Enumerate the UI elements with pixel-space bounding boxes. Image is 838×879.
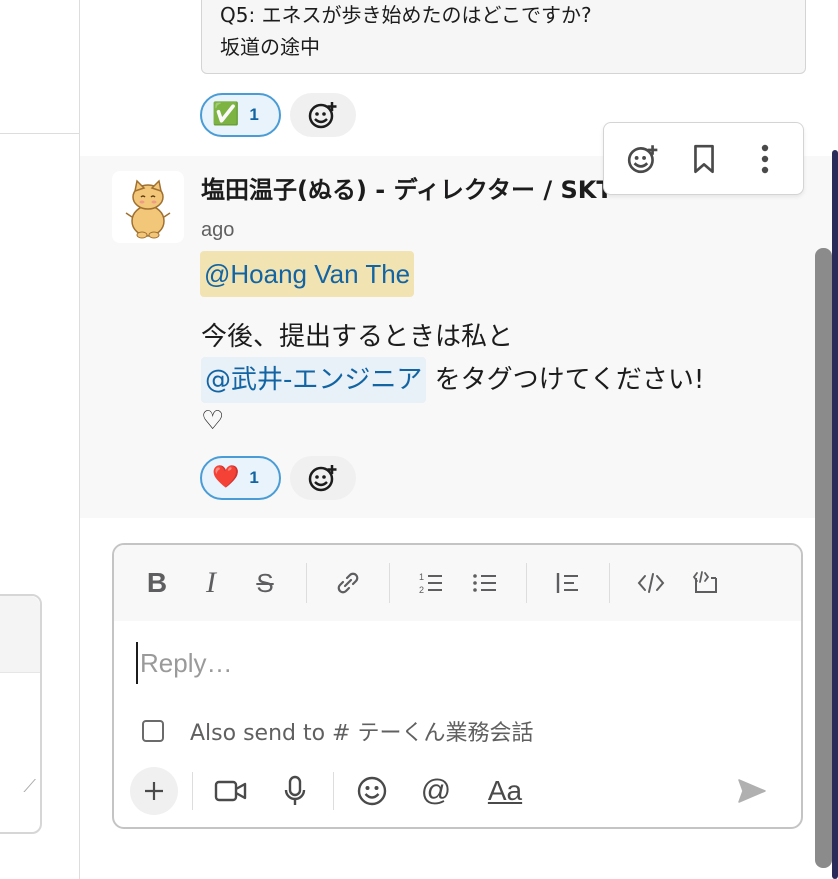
bold-icon: B [146,567,168,598]
audio-button[interactable] [271,767,319,815]
left-card[interactable]: ⟋ [0,594,42,834]
more-actions[interactable] [741,135,789,183]
heart-emoji: ❤️ [212,465,240,490]
code-block-icon [692,571,717,593]
svg-text:2: 2 [419,585,424,595]
divider [0,133,79,134]
heart-text: ♡ [201,406,225,436]
microphone-icon [284,775,306,805]
avatar[interactable] [112,171,184,243]
toolbar-divider [526,563,527,603]
mention-button[interactable]: @ [412,767,460,815]
add-reaction-action[interactable] [619,135,667,183]
scrollbar-thumb[interactable] [815,248,832,868]
code-button[interactable] [624,560,678,606]
also-send-option[interactable]: Also send to # テーくん業務会話 [142,715,533,747]
body-line-2: @武井-エンジニア をタグつけてください! [201,357,704,403]
toolbar-divider [333,772,334,810]
svg-text:1: 1 [419,572,424,582]
toolbar-divider [389,563,390,603]
checkmark-emoji: ✅ [212,102,240,127]
message-timestamp[interactable]: ago [201,219,234,242]
question-line: Q5: エネスが歩き始めたのはどこですか? [220,3,592,27]
left-card-header [0,596,40,673]
more-actions-icon [761,144,768,173]
answer-line: 坂道の途中 [220,35,320,59]
bulleted-list-icon [473,574,496,592]
composer-toolbar: @ Aa [130,767,790,815]
add-reaction-button[interactable] [290,456,356,500]
reaction-count: 1 [249,468,259,487]
plus-icon [145,782,163,800]
italic-button[interactable]: I [184,560,238,606]
code-icon [637,573,665,593]
numbered-list-button[interactable]: 12 [404,560,458,606]
send-button[interactable] [728,767,776,815]
link-button[interactable] [321,560,375,606]
attach-button[interactable] [130,767,178,815]
body-line-1: 今後、提出するときは私と [201,322,514,352]
strikethrough-icon: S [256,567,274,598]
cat-avatar-icon [125,179,171,239]
thread-pane: Q5: エネスが歩き始めたのはどこですか? 坂道の途中 ✅ 1 塩田温子(ぬる)… [80,0,838,879]
reaction-checkmark[interactable]: ✅ 1 [200,93,281,137]
emoji-icon [357,776,387,806]
numbered-list-icon: 12 [419,572,442,595]
mention-takei[interactable]: @武井-エンジニア [201,357,427,403]
reaction-count: 1 [249,105,259,124]
message-actions-bar [603,122,804,195]
video-camera-icon [214,780,247,802]
toolbar-divider [192,772,193,810]
blockquote-icon [556,573,578,593]
add-reaction-icon [627,144,657,173]
reply-composer: B I S 12 Reply… Also send to # テーくん業務会話 … [112,543,803,829]
previous-message-box: Q5: エネスが歩き始めたのはどこですか? 坂道の途中 [201,0,806,74]
link-icon [337,572,359,594]
also-send-checkbox[interactable] [142,720,164,742]
add-reaction-icon [308,465,337,492]
mention-hoang[interactable]: @Hoang Van The [200,251,415,297]
strikethrough-button[interactable]: S [238,560,292,606]
toolbar-divider [609,563,610,603]
bookmark-icon [693,144,714,173]
italic-icon: I [206,566,216,599]
also-send-label[interactable]: Also send to # テーくん業務会話 [190,715,533,747]
code-block-button[interactable] [678,560,732,606]
reaction-heart[interactable]: ❤️ 1 [200,456,281,500]
bulleted-list-button[interactable] [458,560,512,606]
body-line-2-tail: をタグつけてください! [426,365,705,395]
at-icon: @ [420,774,452,807]
add-reaction-icon [308,102,337,129]
add-reaction-button[interactable] [290,93,356,137]
chevron-icon: ⟋ [23,776,36,796]
video-button[interactable] [207,767,255,815]
reply-input[interactable] [136,642,782,684]
formatting-label: Aa [487,775,523,806]
toolbar-divider [306,563,307,603]
formatting-toolbar: B I S 12 [114,545,801,621]
emoji-button[interactable] [348,767,396,815]
save-for-later-action[interactable] [680,135,728,183]
send-icon [738,779,766,803]
window-edge [832,150,838,879]
bold-button[interactable]: B [130,560,184,606]
formatting-toggle-button[interactable]: Aa [476,767,534,815]
blockquote-button[interactable] [541,560,595,606]
